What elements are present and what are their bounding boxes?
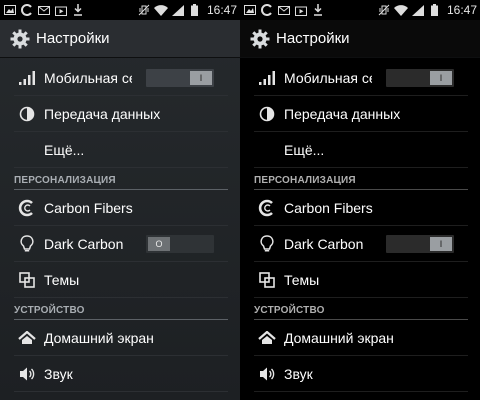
action-bar: Настройки <box>240 20 480 58</box>
status-bar-notifications <box>3 4 85 16</box>
settings-item-carbon-fibers[interactable]: Carbon Fibers <box>14 190 228 226</box>
data-usage-icon <box>16 103 38 125</box>
carbon-logo-icon <box>16 197 38 219</box>
status-bar-system: 16:47 <box>137 3 237 17</box>
play-store-icon <box>54 4 68 16</box>
settings-item-more[interactable]: Ещё... <box>254 132 468 168</box>
section-header-personalization: ПЕРСОНАЛИЗАЦИЯ <box>14 168 228 190</box>
battery-icon <box>188 4 202 16</box>
section-header-personalization: ПЕРСОНАЛИЗАЦИЯ <box>254 168 468 190</box>
home-icon <box>256 327 278 349</box>
settings-item-label: Передача данных <box>284 105 401 122</box>
settings-item-mobile-network[interactable]: Мобильная сеть I <box>14 60 228 96</box>
toggle-knob: O <box>148 236 170 251</box>
wifi-icon <box>393 4 408 16</box>
settings-item-label: Ещё... <box>44 141 85 158</box>
gallery-icon <box>3 4 17 16</box>
settings-item-mobile-network[interactable]: Мобильная сеть I <box>254 60 468 96</box>
email-icon <box>37 4 51 16</box>
vibrate-icon <box>377 4 391 16</box>
signal-icon <box>171 4 185 16</box>
themes-icon <box>16 269 38 291</box>
settings-gear-icon[interactable] <box>250 29 270 49</box>
speaker-icon <box>16 363 38 385</box>
settings-item-label: Домашний экран <box>44 329 154 346</box>
status-bar-time: 16:47 <box>446 3 477 17</box>
settings-item-dark-carbon[interactable]: Dark Carbon I <box>254 226 468 262</box>
screen-left: 16:47 Настройки Мобильная сеть I <box>0 0 240 400</box>
vibrate-icon <box>137 4 151 16</box>
signal-icon <box>411 4 425 16</box>
gallery-icon <box>243 4 257 16</box>
settings-item-sound[interactable]: Звук <box>14 356 228 392</box>
sync-icon <box>20 4 34 16</box>
status-bar-system: 16:47 <box>377 3 477 17</box>
settings-item-label: Carbon Fibers <box>44 199 133 216</box>
settings-item-label: Dark Carbon <box>284 235 364 252</box>
home-icon <box>16 327 38 349</box>
data-usage-icon <box>256 103 278 125</box>
speaker-icon <box>256 363 278 385</box>
carbon-logo-icon <box>256 197 278 219</box>
settings-item-label: Мобильная сеть <box>284 69 372 86</box>
settings-item-label: Звук <box>44 365 73 382</box>
settings-item-data-usage[interactable]: Передача данных <box>14 96 228 132</box>
signal-bars-icon <box>256 67 278 89</box>
settings-item-carbon-fibers[interactable]: Carbon Fibers <box>254 190 468 226</box>
settings-item-label: Carbon Fibers <box>284 199 373 216</box>
signal-bars-icon <box>16 67 38 89</box>
screen-right: 16:47 Настройки Мобильная сеть I <box>240 0 480 400</box>
mobile-network-toggle[interactable]: I <box>386 68 454 87</box>
settings-item-data-usage[interactable]: Передача данных <box>254 96 468 132</box>
settings-item-home-screen[interactable]: Домашний экран <box>14 320 228 356</box>
status-bar-notifications <box>243 4 325 16</box>
settings-item-label: Dark Carbon <box>44 235 124 252</box>
settings-item-label: Темы <box>44 271 80 288</box>
dark-carbon-toggle[interactable]: O <box>146 234 214 253</box>
status-bar-time: 16:47 <box>206 3 237 17</box>
settings-list: Мобильная сеть I Передача данных Ещё... … <box>240 58 480 392</box>
lightbulb-icon <box>16 233 38 255</box>
download-icon <box>311 4 325 16</box>
play-store-icon <box>294 4 308 16</box>
toggle-knob: I <box>430 236 452 251</box>
action-bar-title: Настройки <box>276 30 350 47</box>
settings-list: Мобильная сеть I Передача данных Ещё... … <box>0 58 240 392</box>
settings-item-more[interactable]: Ещё... <box>14 132 228 168</box>
email-icon <box>277 4 291 16</box>
action-bar: Настройки <box>0 20 240 58</box>
settings-item-home-screen[interactable]: Домашний экран <box>254 320 468 356</box>
settings-item-dark-carbon[interactable]: Dark Carbon O <box>14 226 228 262</box>
sync-icon <box>260 4 274 16</box>
settings-item-label: Темы <box>284 271 320 288</box>
settings-gear-icon[interactable] <box>10 29 30 49</box>
settings-item-themes[interactable]: Темы <box>254 262 468 298</box>
themes-icon <box>256 269 278 291</box>
lightbulb-icon <box>256 233 278 255</box>
settings-item-themes[interactable]: Темы <box>14 262 228 298</box>
mobile-network-toggle[interactable]: I <box>146 68 214 87</box>
download-icon <box>71 4 85 16</box>
settings-item-label: Передача данных <box>44 105 161 122</box>
settings-item-label: Мобильная сеть <box>44 69 132 86</box>
status-bar: 16:47 <box>240 0 480 20</box>
wifi-icon <box>153 4 168 16</box>
section-header-device: УСТРОЙСТВО <box>254 298 468 320</box>
section-header-device: УСТРОЙСТВО <box>14 298 228 320</box>
screens: 16:47 Настройки Мобильная сеть I <box>0 0 480 400</box>
settings-item-label: Ещё... <box>284 141 325 158</box>
dark-carbon-toggle[interactable]: I <box>386 234 454 253</box>
toggle-knob: I <box>430 70 452 85</box>
battery-icon <box>428 4 442 16</box>
action-bar-title: Настройки <box>36 30 110 47</box>
settings-item-label: Звук <box>284 365 313 382</box>
settings-item-sound[interactable]: Звук <box>254 356 468 392</box>
settings-item-label: Домашний экран <box>284 329 394 346</box>
toggle-knob: I <box>190 70 212 85</box>
status-bar: 16:47 <box>0 0 240 20</box>
